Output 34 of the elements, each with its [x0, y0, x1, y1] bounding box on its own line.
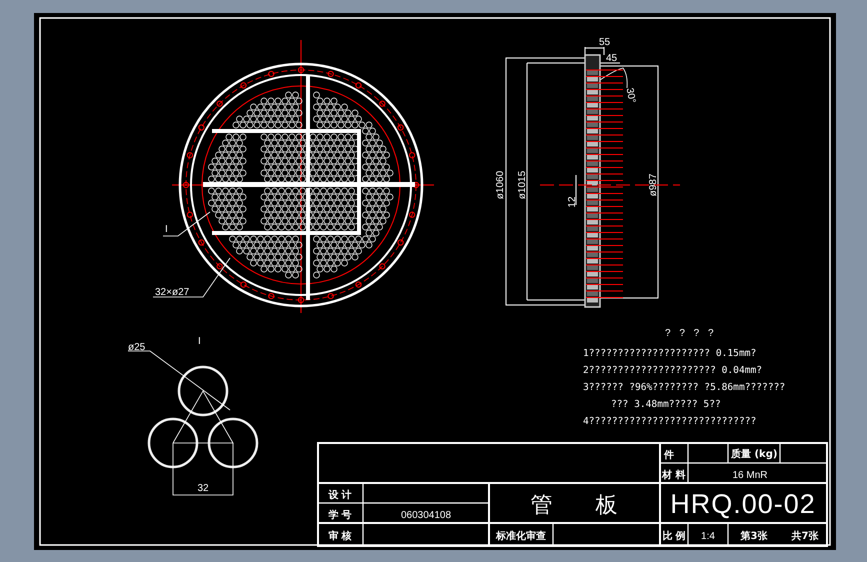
notes-heading: ? ? ? ? [665, 328, 714, 339]
student-number-label: 学 号 [328, 510, 352, 521]
pitch-label: 32 [197, 483, 209, 494]
note-line: 1????????????????????? 0.15mm? [583, 348, 756, 359]
note-line: 2?????????????????????? 0.04mm? [583, 365, 762, 376]
sheet-total: 共7张 [792, 531, 818, 542]
mass-label: 质量 (kg) [731, 449, 778, 460]
drawing-number: HRQ.00-02 [670, 489, 816, 519]
note-line: 4????????????????????????????? [583, 416, 756, 427]
student-number-value: 060304108 [400, 510, 452, 521]
material-value: 16 MnR [732, 470, 768, 481]
standardization-review-label: 标准化审查 [496, 531, 546, 542]
note-line: 3?????? ?96%???????? ?5.86mm??????? [583, 382, 786, 393]
detail-mark-label: I [198, 336, 201, 347]
dimension-label: ø987 [648, 174, 659, 196]
part-label: 件 [664, 450, 674, 461]
dimension-label: 12 [567, 196, 578, 208]
tube-spec-label: 32×ø27 [155, 287, 190, 298]
sheet-number: 第3张 [740, 531, 768, 542]
scale-label: 比 例 [662, 531, 686, 542]
note-line: ??? 3.48mm????? 5?? [611, 399, 721, 410]
drawing-title: 管 板 [530, 493, 618, 518]
leader-line [162, 212, 210, 236]
material-label: 材 料 [662, 470, 686, 481]
dimension-label: 55 [599, 37, 610, 48]
dimension-label: ø1015 [517, 170, 528, 200]
section-mark-label: I [165, 224, 168, 235]
reviewer-label: 审 核 [328, 531, 352, 542]
dimension-label: ø1060 [495, 170, 506, 200]
diameter-label: ø25 [128, 342, 146, 353]
dimension-label: 45 [606, 53, 618, 64]
designer-label: 设 计 [328, 490, 352, 501]
dimension-label: 30° [624, 87, 638, 104]
scale-value: 1:4 [701, 531, 715, 542]
